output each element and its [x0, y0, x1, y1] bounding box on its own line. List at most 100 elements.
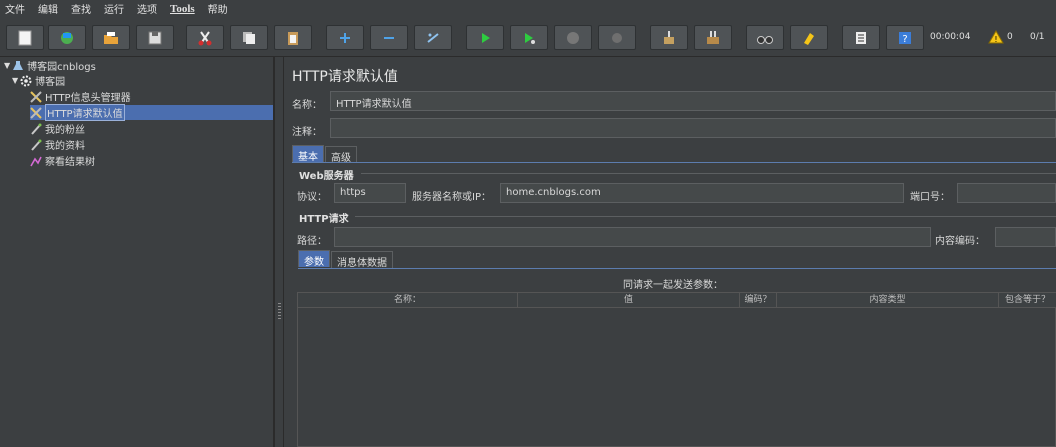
warning-icon: !	[988, 30, 1004, 47]
tree-item-profile[interactable]: 我的资料	[30, 137, 85, 152]
flask-icon	[12, 60, 24, 72]
stop-icon	[567, 31, 579, 44]
warning-count: 0	[1007, 32, 1013, 42]
play-icon	[482, 32, 490, 43]
list-icon	[856, 31, 866, 44]
plus-icon	[340, 32, 350, 43]
server-host-label: 服务器名称或IP：	[412, 192, 491, 203]
sampler-pen-icon	[30, 123, 42, 135]
help-button[interactable]: ?	[886, 25, 924, 50]
tree-group-label: 博客园	[35, 77, 66, 88]
paste-button[interactable]	[274, 25, 312, 50]
toggle-button[interactable]	[414, 25, 452, 50]
http-request-section-title: HTTP请求	[299, 214, 349, 225]
content-encoding-label: 内容编码：	[935, 236, 985, 247]
help-icon: ?	[899, 31, 911, 45]
section-divider	[361, 173, 1056, 174]
cut-button[interactable]	[186, 25, 224, 50]
path-field[interactable]	[334, 227, 931, 247]
column-header-value[interactable]: 值	[518, 293, 740, 308]
content-encoding-field[interactable]	[995, 227, 1056, 247]
shutdown-button[interactable]	[598, 25, 636, 50]
web-server-section-title: Web服务器	[299, 171, 354, 182]
tree-item-results-tree[interactable]: 察看结果树	[30, 153, 95, 168]
menu-help[interactable]: 帮助	[208, 1, 228, 16]
tree-item-fans[interactable]: 我的粉丝	[30, 121, 85, 136]
expand-arrow-icon[interactable]: ▼	[12, 76, 18, 85]
search-button[interactable]	[746, 25, 784, 50]
play-no-pause-icon	[525, 32, 535, 44]
menu-file[interactable]: 文件	[5, 1, 25, 16]
copy-button[interactable]	[230, 25, 268, 50]
column-header-encode[interactable]: 编码？	[740, 293, 777, 308]
sampler-pen-icon	[30, 139, 42, 151]
expand-button[interactable]	[326, 25, 364, 50]
chart-icon	[30, 155, 42, 167]
tab-underline	[298, 268, 1056, 269]
start-no-pauses-button[interactable]	[510, 25, 548, 50]
tree-item-label: HTTP请求默认值	[45, 104, 125, 121]
tree-root-label: 博客园cnblogs	[27, 62, 96, 73]
menu-edit[interactable]: 编辑	[38, 1, 58, 16]
protocol-field[interactable]: https	[334, 183, 406, 203]
tree-item-label: HTTP信息头管理器	[45, 93, 131, 104]
tree-item-label: 我的资料	[45, 141, 85, 152]
open-folder-icon	[104, 31, 118, 44]
clear-button[interactable]	[650, 25, 688, 50]
menu-search[interactable]: 查找	[71, 1, 91, 16]
start-button[interactable]	[466, 25, 504, 50]
port-label: 端口号：	[910, 192, 950, 203]
split-pane-divider[interactable]	[274, 57, 284, 447]
new-button[interactable]	[6, 25, 44, 50]
tree-item-header-manager[interactable]: HTTP信息头管理器	[30, 89, 131, 104]
tree-root-node[interactable]: ▼ 博客园cnblogs	[4, 58, 96, 73]
tree-group-node[interactable]: ▼ 博客园	[12, 73, 65, 88]
tab-advanced[interactable]: 高级	[325, 146, 357, 164]
copy-icon	[243, 31, 255, 44]
save-button[interactable]	[136, 25, 174, 50]
paste-icon	[288, 31, 298, 45]
menu-run[interactable]: 运行	[104, 1, 124, 16]
new-file-icon	[18, 30, 32, 45]
templates-button[interactable]	[48, 25, 86, 50]
column-header-name[interactable]: 名称：	[298, 293, 518, 308]
tab-parameters[interactable]: 参数	[298, 250, 330, 268]
test-plan-tree: ▼ 博客园cnblogs ▼ 博客园 HTTP信息头管理器 HTTP请求默认值 …	[0, 57, 274, 447]
parameters-table[interactable]	[297, 292, 1056, 447]
tree-item-http-defaults[interactable]: HTTP请求默认值	[30, 104, 273, 121]
server-host-field[interactable]: home.cnblogs.com	[500, 183, 904, 203]
collapse-button[interactable]	[370, 25, 408, 50]
minus-icon	[384, 36, 394, 39]
drag-handle-icon[interactable]	[278, 303, 281, 319]
gear-icon	[20, 75, 32, 87]
function-helper-button[interactable]	[842, 25, 880, 50]
svg-text:?: ?	[902, 34, 907, 45]
parameters-table-header: 名称： 值 编码？ 内容类型 包含等于？	[298, 293, 1056, 308]
tab-basic[interactable]: 基本	[292, 145, 324, 163]
menu-tools[interactable]: Tools	[170, 3, 195, 15]
menu-options[interactable]: 选项	[137, 1, 157, 16]
name-field[interactable]: HTTP请求默认值	[330, 91, 1056, 111]
comment-field[interactable]	[330, 118, 1056, 138]
tab-body-data[interactable]: 消息体数据	[331, 251, 393, 269]
column-header-content-type[interactable]: 内容类型	[777, 293, 999, 308]
reset-search-button[interactable]	[790, 25, 828, 50]
toggle-icon	[427, 32, 439, 43]
tree-item-label: 我的粉丝	[45, 125, 85, 136]
port-field[interactable]	[957, 183, 1056, 203]
broom-icon	[664, 30, 674, 44]
params-caption: 同请求一起发送参数：	[623, 280, 723, 291]
expand-arrow-icon[interactable]: ▼	[4, 61, 10, 70]
save-icon	[148, 31, 162, 44]
scissors-icon	[198, 30, 212, 45]
menu-bar: 文件 编辑 查找 运行 选项 Tools 帮助	[0, 0, 1056, 17]
wrench-icon	[30, 90, 42, 103]
shutdown-icon	[612, 32, 622, 43]
clear-all-button[interactable]	[694, 25, 732, 50]
column-header-include-equals[interactable]: 包含等于？	[999, 293, 1056, 308]
elapsed-timer: 00:00:04	[930, 32, 971, 42]
tree-item-label: 察看结果树	[45, 157, 95, 168]
open-button[interactable]	[92, 25, 130, 50]
svg-text:!: !	[994, 35, 997, 44]
stop-button[interactable]	[554, 25, 592, 50]
